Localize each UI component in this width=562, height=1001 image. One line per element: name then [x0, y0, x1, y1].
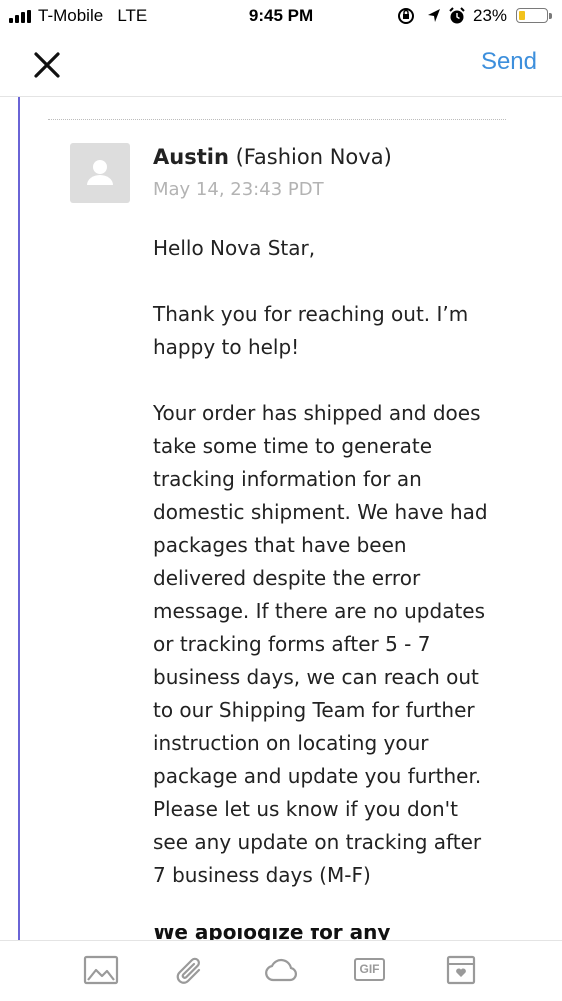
- gif-icon[interactable]: GIF: [354, 958, 385, 981]
- compose-nav-bar: Send: [0, 34, 562, 97]
- paperclip-icon[interactable]: [173, 953, 209, 987]
- message-paragraph-shipping: Your order has shipped and does take som…: [153, 397, 488, 892]
- text-line: instruction on locating your: [153, 731, 429, 755]
- divider: [48, 119, 506, 120]
- cut-off-text: We apologize for any: [153, 928, 391, 940]
- person-placeholder-icon: [87, 160, 113, 185]
- text-line: Your order has shipped and does: [153, 401, 481, 425]
- text-line: Please let us know if you don't: [153, 797, 458, 821]
- text-line: take some time to generate: [153, 434, 433, 458]
- battery-cap: [549, 13, 552, 19]
- attach-file-button[interactable]: [173, 953, 209, 987]
- text-line: message. If there are no updates: [153, 599, 486, 623]
- close-icon[interactable]: [30, 48, 64, 82]
- insert-image-button[interactable]: [83, 953, 119, 987]
- text-line: to our Shipping Team for further: [153, 698, 475, 722]
- text-line: package and update you further.: [153, 764, 482, 788]
- message-paragraph-greeting: Hello Nova Star,: [153, 232, 315, 265]
- screen-lock-rotation-icon: [398, 8, 414, 24]
- compose-toolbar: GIF: [0, 940, 562, 1001]
- message-cut-off-line: We apologize for any: [153, 928, 523, 940]
- battery-icon: [516, 8, 548, 23]
- text-line: domestic shipment. We have had: [153, 500, 488, 524]
- text-line: Thank you for reaching out. I’m: [153, 302, 469, 326]
- battery-percent: 23%: [473, 6, 508, 25]
- text-line: happy to help!: [153, 335, 300, 359]
- send-button[interactable]: Send: [481, 48, 537, 76]
- location-arrow-icon: [428, 9, 440, 22]
- message-date: May 14, 23:43 PDT: [153, 179, 324, 200]
- text-line: delivered despite the error: [153, 566, 421, 590]
- text-line: packages that have been: [153, 533, 407, 557]
- insert-gif-button[interactable]: GIF: [353, 953, 389, 987]
- text-line: 7 business days (M-F): [153, 863, 371, 887]
- gift-card-button[interactable]: [443, 953, 479, 987]
- message-paragraph-thanks: Thank you for reaching out. I’m happy to…: [153, 298, 468, 364]
- sender-name: Austin: [153, 145, 229, 169]
- text-line: tracking information for an: [153, 467, 422, 491]
- cloud-attach-button[interactable]: [263, 953, 299, 987]
- status-bar: T-Mobile LTE 9:45 PM 23%: [0, 0, 562, 34]
- text-line: or tracking forms after 5 - 7: [153, 632, 431, 656]
- avatar: [70, 143, 130, 203]
- text-line: business days, we can reach out: [153, 665, 479, 689]
- sender-org: (Fashion Nova): [235, 145, 392, 169]
- image-icon[interactable]: [83, 953, 119, 987]
- alarm-icon: [449, 7, 465, 24]
- quote-bar: [18, 97, 20, 940]
- close-button[interactable]: [30, 48, 64, 82]
- text-line: Hello Nova Star,: [153, 236, 316, 260]
- text-line: see any update on tracking after: [153, 830, 482, 854]
- sender: Austin (Fashion Nova): [153, 145, 392, 169]
- gift-card-icon[interactable]: [443, 953, 479, 987]
- cloud-icon[interactable]: [263, 953, 299, 987]
